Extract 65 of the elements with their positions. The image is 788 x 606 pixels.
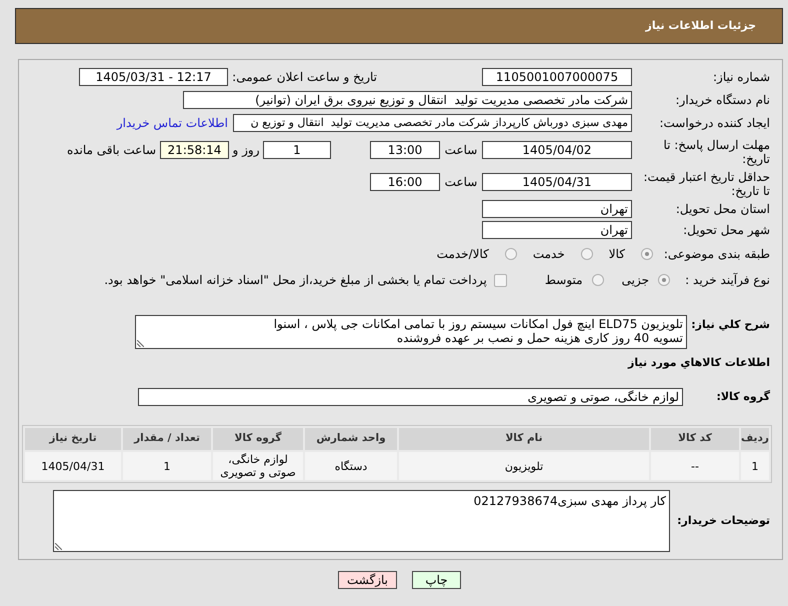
resize-grip-icon[interactable] — [55, 543, 62, 550]
goods-group-field[interactable]: لوازم خانگی، صوتی و تصویری — [138, 388, 683, 406]
print-button[interactable]: چاپ — [412, 571, 461, 589]
column-header: کد کالا — [651, 428, 739, 450]
remaining-label: ساعت باقی مانده — [66, 142, 156, 159]
field-label: حداقل تاریخ اعتبار قیمت: تا تاریخ: — [642, 170, 770, 198]
table-cell: لوازم خانگی، صوتی و تصویری — [213, 452, 303, 480]
field-label: نوع فرآیند خرید : — [685, 273, 770, 287]
section-heading: اطلاعات کالاهاي مورد نیاز — [628, 354, 770, 371]
field-label: روز و — [232, 143, 260, 157]
column-header: واحد شمارش — [305, 428, 397, 450]
radio-label: متوسط — [544, 272, 583, 289]
field-label: گروه کالا: — [716, 390, 770, 404]
column-header: تاریخ نیاز — [25, 428, 121, 450]
requester-field[interactable]: مهدی سبزی دورباش کارپرداز شرکت مادر تخصصی مدیریت تولید انتقال و توزیع ن — [233, 114, 632, 132]
radio-button[interactable] — [592, 274, 604, 286]
province-field[interactable]: تهران — [482, 200, 632, 218]
column-header: تعداد / مقدار — [123, 428, 211, 450]
description-field[interactable]: تلویزیون ELD75 اینچ فول امکانات سیستم روز با تمامی امکانات جی پلاس ، اسنوا تسویه 40 روز کاری هزینه حمل و نصب بر عهده فروشنده — [135, 315, 687, 349]
radio-label: خدمت — [532, 246, 565, 263]
announce-date-field[interactable]: 1405/03/31 - 12:17 — [79, 68, 228, 86]
table-cell: -- — [651, 452, 739, 480]
field-label: شماره نیاز: — [713, 70, 770, 84]
radio-button[interactable] — [658, 274, 670, 286]
column-header: نام کالا — [399, 428, 649, 450]
radio-label: جزیی — [622, 272, 649, 289]
field-label: مهلت ارسال پاسخ: تا تاریخ: — [662, 138, 770, 166]
table-cell: 1 — [741, 452, 769, 480]
field-label: ساعت — [444, 175, 478, 189]
field-label: ایجاد کننده درخواست: — [659, 116, 770, 130]
page-title: جزئیات اطلاعات نیاز — [646, 18, 756, 34]
column-header: گروه کالا — [213, 428, 303, 450]
radio-label: کالا/خدمت — [436, 246, 489, 263]
buyer-org-field[interactable]: شرکت مادر تخصصی مدیریت تولید انتقال و توزیع نیروی برق ایران (توانیر) — [183, 90, 632, 108]
field-label: توضیحات خریدار: — [677, 514, 770, 528]
field-label: شهر محل تحویل: — [683, 223, 770, 237]
field-label: ساعت — [444, 143, 478, 157]
column-header: ردیف — [741, 428, 769, 450]
resize-grip-icon[interactable] — [137, 340, 144, 347]
buyer-contact-link[interactable]: اطلاعات تماس خریدار — [116, 114, 228, 132]
radio-button[interactable] — [641, 248, 653, 260]
field-label: تاریخ و ساعت اعلان عمومی: — [232, 70, 377, 84]
field-label: نام دستگاه خریدار: — [676, 92, 770, 106]
remaining-time-field[interactable]: 21:58:14 — [160, 141, 229, 159]
field-label: شرح کلي نیاز: — [691, 318, 770, 332]
deadline-date-field[interactable]: 1405/04/02 — [482, 141, 632, 159]
validity-date-field[interactable]: 1405/04/31 — [482, 173, 632, 191]
checkbox[interactable] — [494, 274, 507, 286]
radio-button[interactable] — [504, 248, 517, 260]
validity-time-field[interactable]: 16:00 — [370, 173, 440, 191]
days-field[interactable]: 1 — [263, 141, 331, 159]
city-field[interactable]: تهران — [482, 221, 632, 239]
deadline-time-field[interactable]: 13:00 — [370, 141, 440, 159]
buyer-notes-field[interactable]: کار پرداز مهدی سبزی02127938674 — [53, 490, 670, 552]
table-cell: 1405/04/31 — [25, 452, 121, 480]
field-label: استان محل تحویل: — [676, 202, 770, 216]
back-button[interactable]: بازگشت — [338, 571, 397, 589]
table-cell: دستگاه — [305, 452, 397, 480]
radio-button[interactable] — [580, 248, 593, 260]
table-cell: تلویزیون — [399, 452, 649, 480]
field-label: طبقه بندی موضوعی: — [664, 247, 770, 261]
checkbox-label: پرداخت تمام یا بخشی از مبلغ خرید،از محل "اسناد خزانه اسلامی" خواهد بود. — [104, 272, 487, 289]
table-cell: 1 — [123, 452, 211, 480]
radio-label: کالا — [608, 246, 625, 263]
need-number-field[interactable]: 1105001007000075 — [482, 68, 632, 86]
